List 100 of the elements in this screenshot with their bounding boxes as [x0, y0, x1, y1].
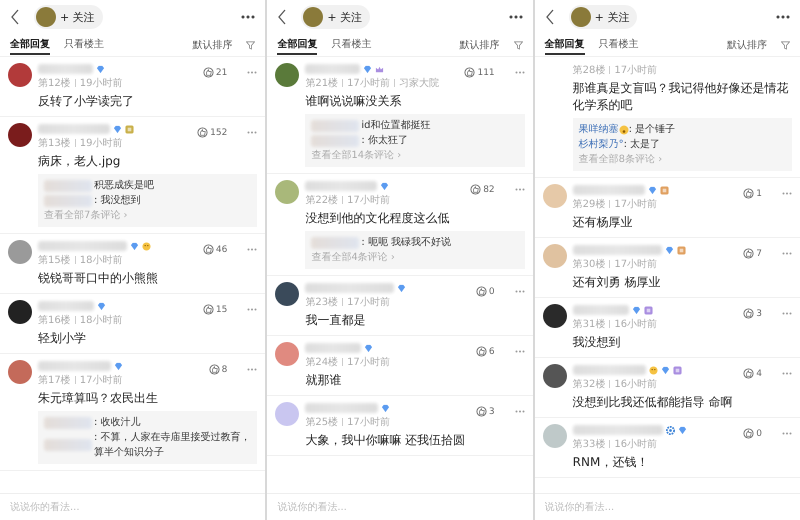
thumb-up-icon[interactable] [208, 364, 220, 375]
blurred-name [311, 236, 360, 248]
thumb-up-icon[interactable] [743, 308, 754, 319]
thumb-up-icon[interactable] [476, 286, 487, 297]
like-count: 8 [222, 364, 228, 374]
avatar [542, 304, 567, 328]
floor-number: 第16楼 [38, 314, 71, 327]
avatar [8, 360, 32, 384]
like-count: 0 [756, 428, 762, 438]
like-count: 152 [210, 128, 228, 138]
sort-button[interactable]: 默认排序 [192, 38, 232, 52]
diamond-icon [380, 182, 390, 190]
blurred-name [311, 120, 360, 132]
like-count: 1 [756, 188, 762, 198]
tab[interactable]: 全部回复 [277, 35, 318, 55]
more-icon[interactable] [241, 15, 256, 19]
post-time: 17小时前 [347, 356, 390, 369]
comment-text: 轻划小学 [38, 330, 87, 347]
tab[interactable]: 全部回复 [544, 35, 585, 55]
post-time: 17小时前 [80, 374, 122, 387]
thumb-up-icon[interactable] [743, 368, 754, 379]
floor-number: 第15楼 [38, 254, 71, 267]
thumb-up-icon[interactable] [476, 346, 487, 357]
more-icon[interactable] [776, 15, 790, 19]
avatar [8, 63, 32, 87]
comment-text: 没想到比我还低都能指导 命啊 [572, 394, 734, 411]
thumb-up-icon[interactable] [197, 127, 208, 138]
comment-text: 锐锐哥哥口中的小熊熊 [38, 270, 159, 287]
blurred-name [44, 439, 92, 451]
thumb-up-icon[interactable] [743, 428, 754, 439]
filter-icon[interactable] [246, 40, 256, 50]
back-icon[interactable] [10, 9, 20, 25]
like-count: 46 [216, 244, 228, 254]
post-time: 16小时前 [614, 318, 658, 331]
diamond-icon [397, 284, 406, 292]
sort-button[interactable]: 默认排序 [726, 38, 767, 52]
thumb-up-icon[interactable] [202, 244, 214, 255]
blurred-name [44, 416, 92, 428]
thumb-up-icon[interactable] [743, 188, 754, 199]
thumb-up-icon[interactable] [202, 67, 214, 78]
diamond-icon [664, 246, 674, 254]
crown-icon [375, 64, 384, 74]
back-icon[interactable] [277, 9, 288, 25]
thumb-up-icon[interactable] [743, 248, 754, 259]
comment-text: 反转了小学读完了 [38, 93, 135, 110]
gear-icon [666, 426, 675, 434]
tab[interactable]: 只看楼主 [598, 35, 639, 55]
comment-text: 没想到他的文化程度这么低 [305, 210, 450, 227]
filter-icon[interactable] [514, 40, 523, 50]
like-count: 111 [477, 68, 495, 78]
diamond-icon [130, 242, 139, 250]
avatar [36, 7, 56, 27]
avatar [275, 402, 300, 426]
diamond-icon [632, 306, 641, 314]
like-count: 4 [756, 368, 762, 378]
post-time: 17小时前 [347, 416, 390, 429]
comment-text: 还有杨厚业 [572, 214, 634, 231]
comment-input[interactable]: 说说你的看法... [8, 500, 258, 514]
post-time: 17小时前 [347, 296, 390, 309]
comment-text: 就那谁 [305, 372, 342, 389]
location-text: 习家大院 [398, 76, 439, 90]
more-icon[interactable] [508, 15, 523, 19]
thumb-up-icon[interactable] [470, 184, 482, 195]
follow-button[interactable]: + 关注 [301, 5, 370, 29]
thumb-up-icon[interactable] [464, 67, 476, 78]
blurred-name [311, 134, 360, 146]
follow-button[interactable]: + 关注 [568, 5, 638, 29]
tab[interactable]: 全部回复 [10, 35, 50, 55]
floor-number: 第30楼 [572, 258, 606, 271]
like-count: 6 [488, 346, 495, 356]
sort-button[interactable]: 默认排序 [460, 38, 500, 52]
thumb-up-icon[interactable] [476, 406, 487, 417]
follow-button[interactable]: + 关注 [34, 5, 103, 29]
tab[interactable]: 只看楼主 [64, 35, 104, 55]
tab[interactable]: 只看楼主 [331, 35, 372, 55]
floor-number: 第23楼 [305, 296, 338, 309]
blurred-name [305, 343, 362, 353]
avatar [8, 123, 32, 147]
floor-number: 第25楼 [305, 416, 338, 429]
filter-icon[interactable] [780, 40, 790, 50]
comment-text: RNM，还钱！ [572, 454, 650, 471]
avatar [8, 240, 32, 264]
diamond-icon [648, 186, 657, 194]
post-time: 17小时前 [614, 198, 658, 211]
back-icon[interactable] [544, 9, 555, 25]
emoji-icon [648, 366, 658, 374]
post-time: 17小时前 [347, 76, 390, 90]
post-time: 16小时前 [614, 438, 658, 451]
comment-input[interactable]: 说说你的看法... [542, 500, 792, 514]
blurred-name [44, 194, 92, 206]
reply-user[interactable]: 果咩纳塞 [578, 122, 619, 137]
like-count: 7 [756, 248, 762, 258]
reply-text: : 是个锤子 [628, 123, 676, 137]
reply-text: 积恶成疾是吧 [94, 178, 155, 193]
thumb-up-icon[interactable] [202, 304, 214, 315]
blurred-name [38, 64, 93, 74]
comment-input[interactable]: 说说你的看法... [275, 500, 525, 514]
diamond-icon [113, 124, 122, 134]
avatar [8, 300, 32, 324]
reply-user[interactable]: 杉村梨乃° [578, 137, 624, 152]
